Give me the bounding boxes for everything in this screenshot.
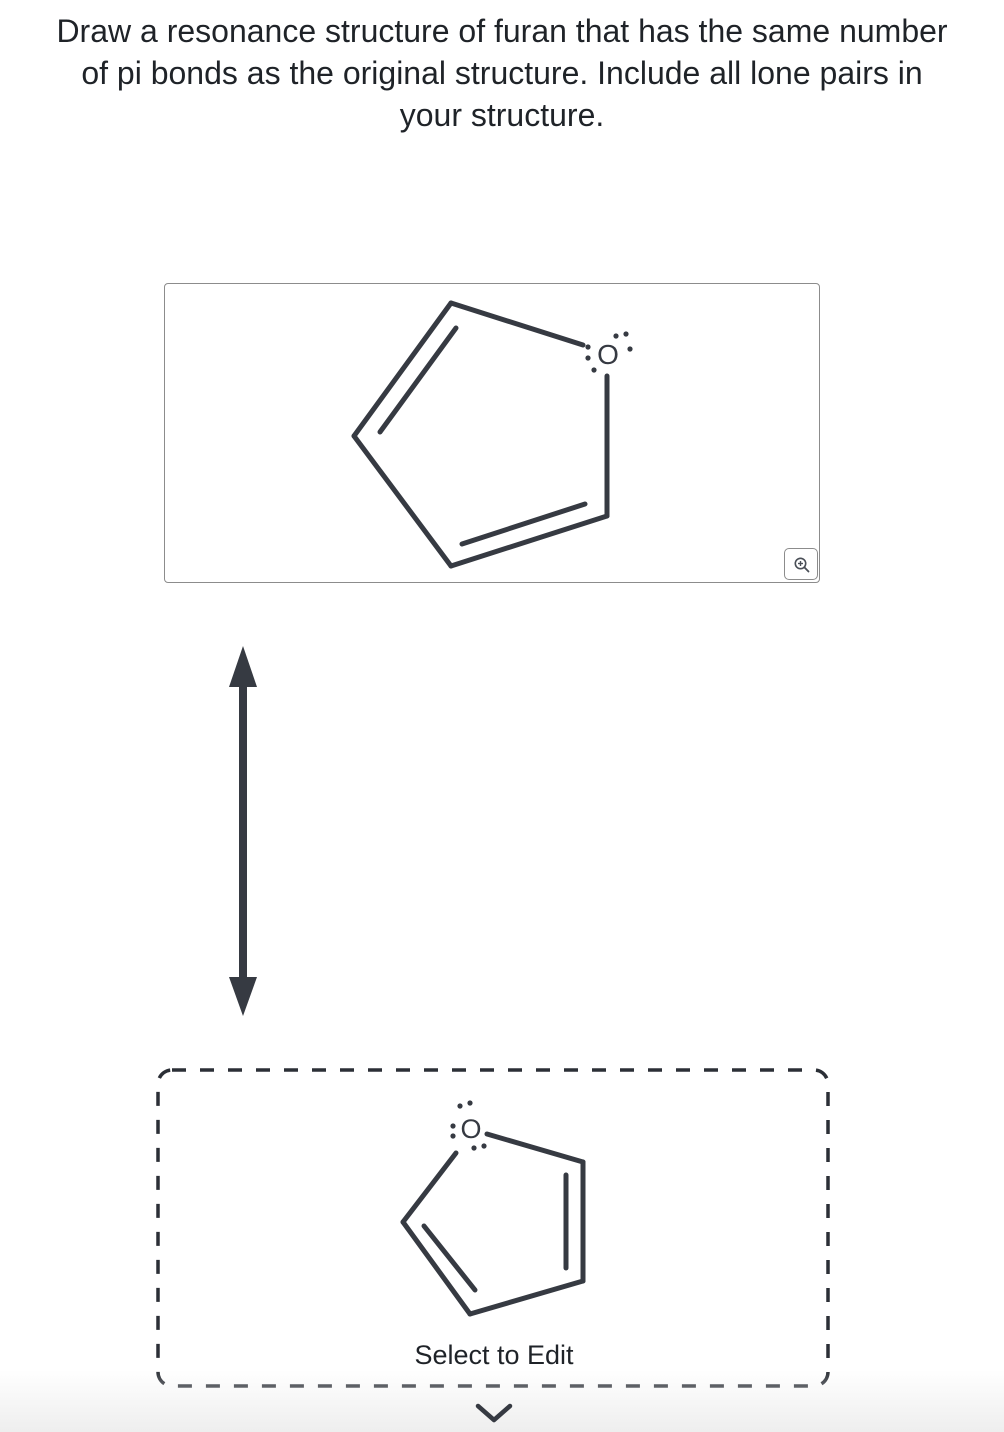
chevron-down-icon[interactable] (472, 1400, 516, 1426)
pi-bond-c2-c3 (377, 325, 459, 435)
question-line-3: your structure. (399, 97, 605, 133)
answer-drawing-area[interactable]: O Select to Edit (156, 1068, 832, 1390)
given-structure-panel: O (164, 283, 820, 583)
oxygen-atom-label: O (460, 1114, 481, 1144)
question-line-2: of pi bonds as the original structure. I… (81, 55, 923, 91)
furan-structure-given: O (351, 300, 633, 569)
bond-c4-c3 (467, 1278, 586, 1317)
double-headed-arrow-icon (229, 646, 257, 1016)
question-prompt: Draw a resonance structure of furan that… (10, 10, 994, 136)
oxygen-atom-label: O (597, 339, 619, 370)
bond-c4-c3 (351, 433, 454, 569)
bond-c3-c2 (351, 300, 454, 439)
question-line-1: Draw a resonance structure of furan that… (56, 13, 948, 49)
bond-c2-o (400, 1150, 459, 1225)
select-to-edit-label: Select to Edit (414, 1340, 574, 1370)
bond-c2-o (448, 300, 586, 348)
zoom-in-icon (794, 557, 810, 573)
bond-o-c5 (484, 1131, 586, 1165)
zoom-button[interactable] (784, 548, 818, 580)
pi-bond-c4-c5 (459, 501, 588, 547)
